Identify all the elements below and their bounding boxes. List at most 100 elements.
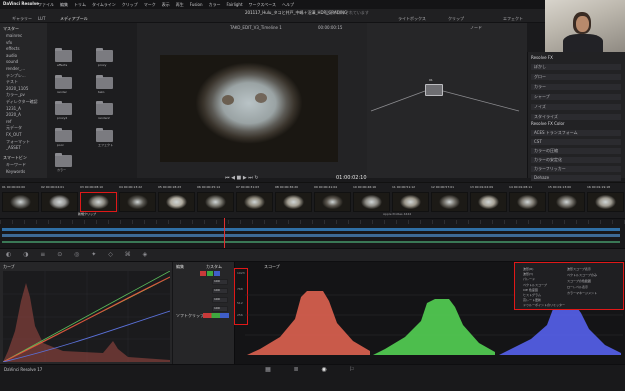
- folder-icon[interactable]: [55, 128, 72, 142]
- clip-thumbnail[interactable]: [548, 192, 585, 212]
- smart-bin-item[interactable]: Keywords: [6, 170, 25, 174]
- scope-option[interactable]: ベクトルスコープのみ: [567, 274, 621, 277]
- scope-option[interactable]: 高レート更新: [523, 299, 565, 302]
- fx-item[interactable]: CST: [531, 139, 621, 145]
- scope-option[interactable]: パレード: [523, 278, 565, 281]
- audio-track[interactable]: [2, 241, 620, 243]
- clip-thumbnail[interactable]: [119, 192, 156, 212]
- menu-item[interactable]: マーク: [144, 2, 156, 8]
- menu-item[interactable]: ワークスペース: [249, 2, 276, 8]
- bin-item[interactable]: FX_OUT: [6, 132, 46, 137]
- color-node[interactable]: [425, 84, 443, 96]
- clip-tab[interactable]: クリップ: [448, 17, 464, 21]
- folder-icon[interactable]: [96, 75, 113, 89]
- bin-item[interactable]: ディレクター確認: [6, 99, 46, 104]
- menu-item[interactable]: ファイル: [38, 2, 54, 8]
- bin-item[interactable]: _ASSET: [6, 146, 46, 150]
- clip-thumbnail[interactable]: [470, 192, 507, 212]
- clip-thumbnail[interactable]: [236, 192, 273, 212]
- media-pool-tab[interactable]: メディアプール: [60, 17, 88, 21]
- folder-icon[interactable]: [55, 48, 72, 62]
- lut-tab[interactable]: LUT: [38, 17, 45, 21]
- fx-item[interactable]: シャープ: [531, 94, 621, 100]
- channel-green[interactable]: [207, 271, 213, 276]
- color-page-icon[interactable]: ◉: [320, 365, 328, 373]
- edit-page-icon[interactable]: ≣: [292, 365, 300, 373]
- scope-option[interactable]: ヒストグラム: [523, 293, 565, 297]
- menu-item[interactable]: クリップ: [122, 2, 138, 8]
- fx-item[interactable]: ぼかし: [531, 64, 621, 70]
- scope-option[interactable]: CIE 色度図: [523, 288, 565, 292]
- scope-option[interactable]: スコープの色範囲: [567, 280, 621, 283]
- smart-bin-item[interactable]: キーワード: [6, 163, 26, 167]
- channel-red[interactable]: [200, 271, 206, 276]
- menu-item[interactable]: 再生: [176, 2, 184, 8]
- fx-item[interactable]: カラー: [531, 84, 621, 90]
- menu-item[interactable]: 編集: [60, 2, 68, 8]
- clip-thumbnail[interactable]: [80, 192, 117, 212]
- bin-item[interactable]: 2020_A: [6, 113, 46, 117]
- soft-clip-swatches[interactable]: [203, 313, 229, 318]
- scope-option[interactable]: ローレベル表示: [567, 286, 621, 289]
- fx-item[interactable]: ノイズ: [531, 104, 621, 110]
- clip-thumbnail[interactable]: [2, 192, 39, 212]
- clip-thumbnail[interactable]: [431, 192, 468, 212]
- fx-item[interactable]: スタイライズ: [531, 114, 621, 120]
- fx-item[interactable]: ACES トランスフォーム: [531, 130, 621, 136]
- effects-tab[interactable]: エフェクト: [503, 17, 523, 21]
- scope-option[interactable]: 波形(Y): [523, 273, 565, 276]
- folder-icon[interactable]: [55, 153, 72, 167]
- folder-icon[interactable]: [55, 75, 72, 89]
- menu-item[interactable]: タイムライン: [92, 2, 116, 8]
- clip-thumbnail[interactable]: [197, 192, 234, 212]
- fx-item[interactable]: カラーの圧縮: [531, 148, 621, 154]
- bin-item[interactable]: 1231_A: [6, 106, 46, 111]
- scope-option[interactable]: 波形スコープ表示: [567, 268, 621, 271]
- bin-item[interactable]: mainrec: [6, 34, 46, 38]
- palette-icons[interactable]: ◐ ◑ ≡ ⊙ ◎ ✦ ◇ ⌘ ◈: [6, 251, 152, 258]
- folder-icon[interactable]: [96, 48, 113, 62]
- menu-item[interactable]: ヘルプ: [282, 2, 294, 8]
- video-track-2[interactable]: [2, 234, 620, 237]
- clip-thumbnail[interactable]: [314, 192, 351, 212]
- curves-graph[interactable]: [3, 271, 170, 362]
- clip-thumbnail[interactable]: [41, 192, 78, 212]
- clip-thumbnail[interactable]: [158, 192, 195, 212]
- gallery-tab[interactable]: ギャラリー: [12, 17, 32, 21]
- bin-item[interactable]: audio: [6, 53, 46, 58]
- bin-item[interactable]: sound: [6, 60, 46, 64]
- menu-item[interactable]: トリム: [74, 2, 86, 8]
- playhead[interactable]: [224, 218, 225, 248]
- fx-item[interactable]: Dehaze: [531, 175, 621, 181]
- clip-thumbnail[interactable]: [509, 192, 546, 212]
- video-track-1[interactable]: [2, 228, 620, 231]
- bin-item[interactable]: vfx: [6, 40, 46, 45]
- clip-thumbnail[interactable]: [275, 192, 312, 212]
- menu-item[interactable]: 表示: [162, 2, 170, 8]
- bin-item[interactable]: effects: [6, 47, 46, 51]
- menu-item[interactable]: カラー: [209, 2, 221, 8]
- menu-item[interactable]: Fusion: [190, 2, 203, 7]
- fx-item[interactable]: グロー: [531, 74, 621, 80]
- folder-icon[interactable]: [96, 128, 113, 142]
- scope-option[interactable]: ベクトルスコープ: [523, 283, 565, 287]
- deliver-page-icon[interactable]: ⚐: [348, 365, 356, 373]
- media-page-icon[interactable]: ▦: [264, 365, 272, 373]
- channel-blue[interactable]: [214, 271, 220, 276]
- fx-item[interactable]: カラーフリッカー: [531, 166, 621, 172]
- lightbox-button[interactable]: ライトボックス: [398, 17, 426, 21]
- play-controls[interactable]: ⏮ ◀ ■ ▶ ⏭ ↻: [225, 175, 259, 181]
- bin-item[interactable]: 元データ: [6, 126, 46, 130]
- bin-item[interactable]: ref: [6, 119, 46, 124]
- folder-icon[interactable]: [96, 101, 113, 115]
- bin-item[interactable]: テンプレ...: [6, 73, 46, 78]
- scope-option[interactable]: カラーマネージメント: [567, 292, 621, 295]
- bin-item[interactable]: render_...: [6, 66, 46, 71]
- menu-item[interactable]: Fairlight: [227, 2, 243, 7]
- bin-item[interactable]: カラー_pv: [6, 93, 46, 97]
- fx-item[interactable]: カラーの安定化: [531, 157, 621, 163]
- app-logo[interactable]: DaVinci Resolve: [3, 2, 39, 6]
- clip-thumbnail[interactable]: [353, 192, 390, 212]
- clip-thumbnail[interactable]: [392, 192, 429, 212]
- scope-option[interactable]: ドゥルーポイントのリミッター: [523, 304, 565, 307]
